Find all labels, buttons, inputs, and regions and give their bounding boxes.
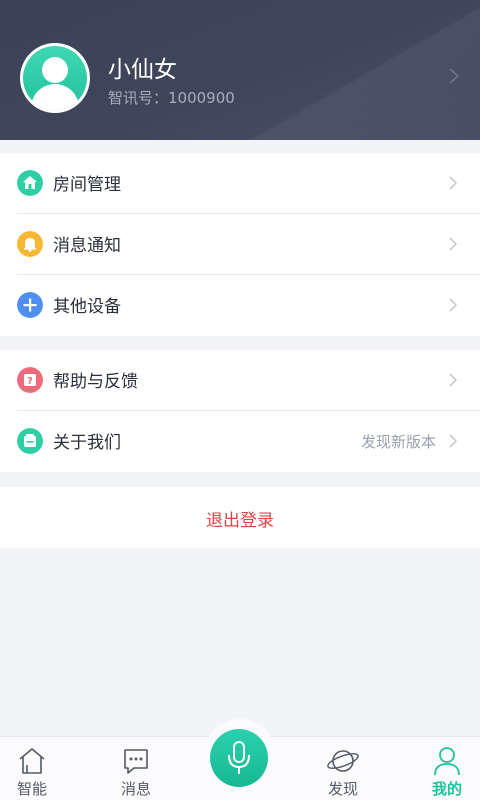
profile-header[interactable]: 小仙女 智讯号：1000900 (0, 0, 480, 140)
avatar[interactable] (20, 43, 90, 113)
person-icon (434, 747, 460, 776)
menu-item-label: 关于我们 (53, 433, 121, 453)
menu-item-label: 其他设备 (53, 297, 121, 317)
menu-group-1: 房间管理 消息通知 其他设备 (0, 153, 480, 336)
chevron-right-icon (449, 237, 458, 251)
help-icon: ? (17, 367, 43, 393)
username: 小仙女 (108, 57, 177, 83)
menu-item-other-devices[interactable]: 其他设备 (0, 275, 480, 336)
menu-item-label: 消息通知 (53, 236, 121, 256)
user-id: 智讯号：1000900 (108, 89, 235, 107)
menu-item-about-us[interactable]: 关于我们 发现新版本 (0, 411, 480, 472)
menu-item-label: 房间管理 (53, 175, 121, 195)
tab-messages[interactable]: 消息 (96, 737, 176, 800)
tab-mine[interactable]: 我的 (407, 737, 480, 800)
home-outline-icon (19, 747, 45, 774)
menu-item-help-feedback[interactable]: ? 帮助与反馈 (0, 350, 480, 411)
logout-label: 退出登录 (206, 511, 274, 531)
tab-label: 我的 (431, 780, 462, 798)
planet-icon (327, 750, 359, 772)
header-decoration (210, 0, 480, 140)
microphone-icon (228, 741, 250, 774)
chevron-right-icon (449, 68, 460, 84)
home-icon (17, 170, 43, 196)
tab-label: 消息 (120, 780, 151, 798)
chevron-right-icon (449, 373, 458, 387)
svg-text:?: ? (27, 376, 33, 387)
chevron-right-icon (449, 298, 458, 312)
tab-label: 发现 (327, 780, 358, 798)
tab-discover[interactable]: 发现 (303, 737, 383, 800)
menu-group-2: ? 帮助与反馈 关于我们 发现新版本 (0, 350, 480, 472)
logout-button[interactable]: 退出登录 (0, 487, 480, 548)
bell-icon (17, 231, 43, 257)
menu-item-notifications[interactable]: 消息通知 (0, 214, 480, 275)
menu-item-label: 帮助与反馈 (53, 372, 138, 392)
plus-icon (17, 292, 43, 318)
chat-icon (124, 749, 148, 774)
info-icon (17, 428, 43, 454)
tab-label: 智能 (16, 780, 47, 798)
avatar-person-icon (23, 46, 87, 110)
menu-item-room-management[interactable]: 房间管理 (0, 153, 480, 214)
chevron-right-icon (449, 176, 458, 190)
tab-smart[interactable]: 智能 (0, 737, 72, 800)
new-version-hint: 发现新版本 (360, 433, 436, 451)
voice-button[interactable] (210, 729, 268, 787)
chevron-right-icon (449, 434, 458, 448)
